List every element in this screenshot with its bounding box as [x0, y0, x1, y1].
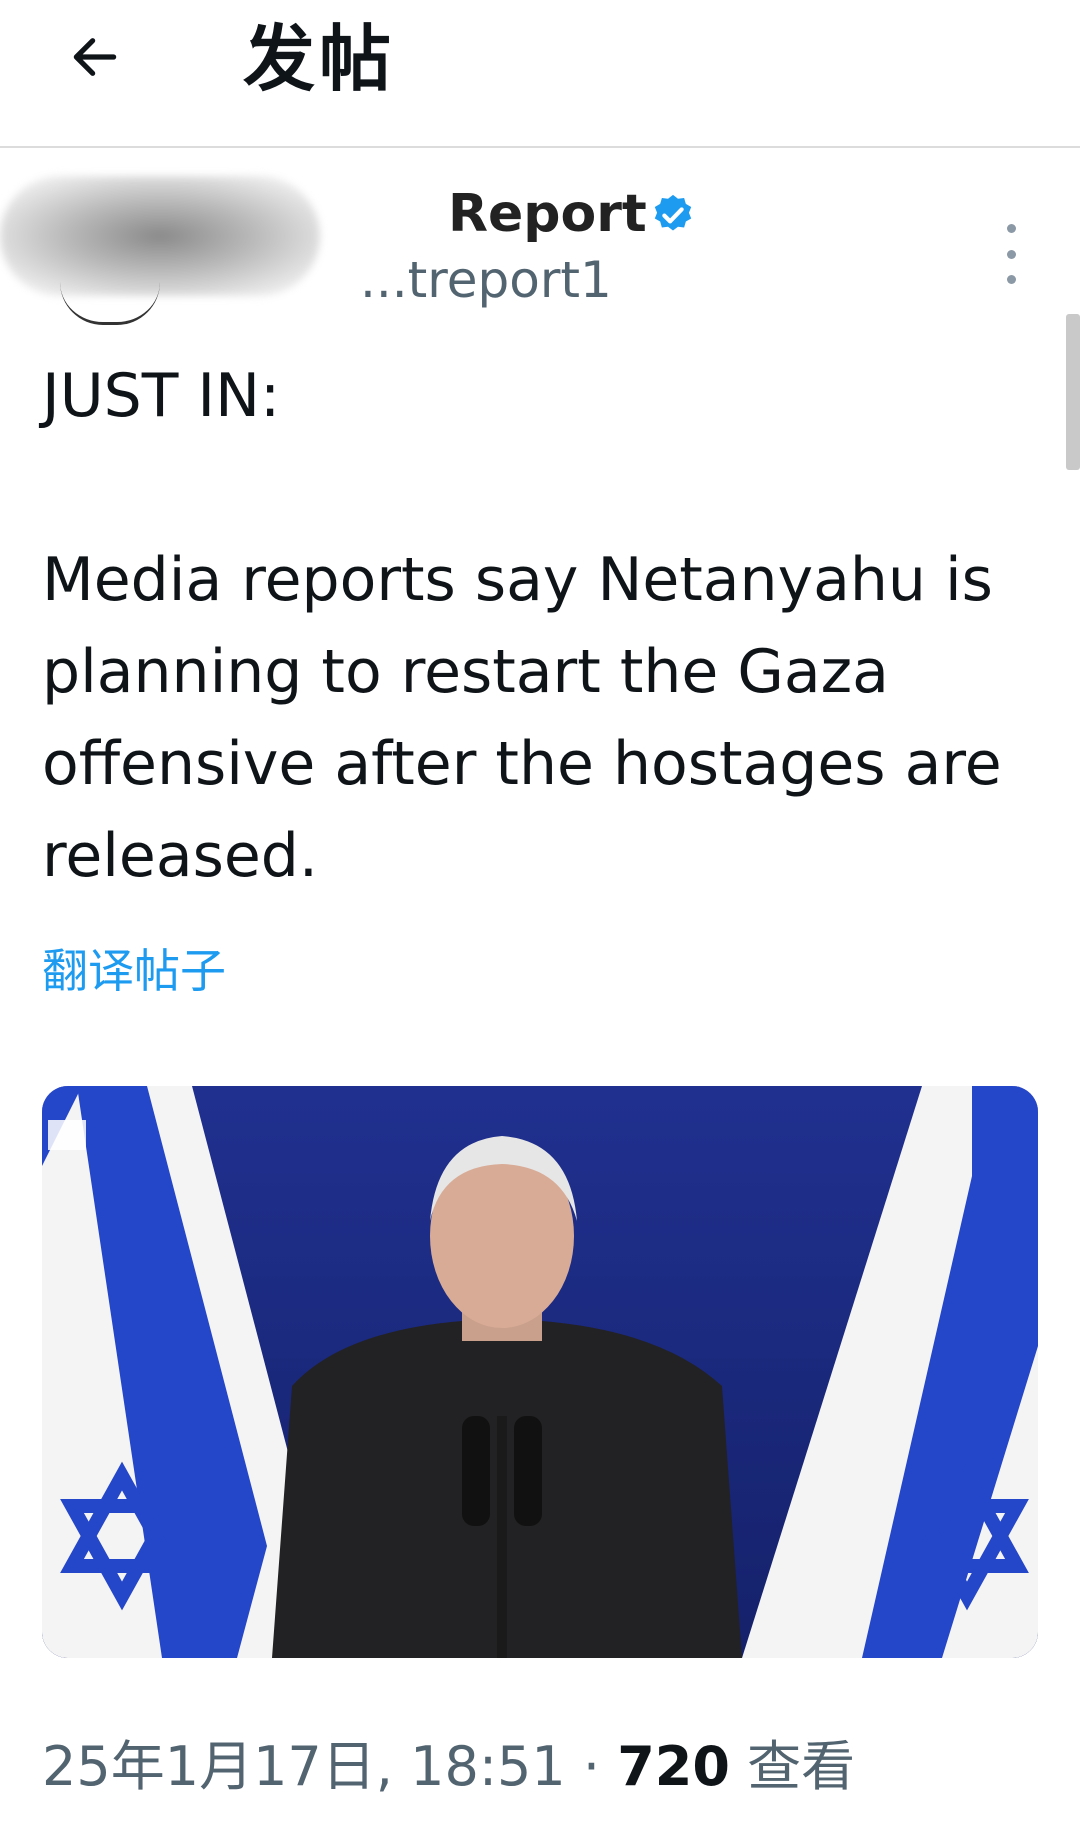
separator: ·: [565, 1735, 618, 1798]
translate-post-link[interactable]: 翻译帖子: [42, 935, 226, 1001]
author-row: Report ...treport1: [0, 170, 1080, 325]
press-conference-photo: [42, 1086, 1038, 1658]
views-label: 查看: [729, 1735, 856, 1798]
verified-badge-icon: [654, 194, 692, 231]
more-options-button[interactable]: [996, 224, 1026, 284]
avatar[interactable]: [0, 176, 320, 296]
author-display-name[interactable]: Report: [448, 182, 647, 246]
scrollbar[interactable]: [1066, 314, 1080, 470]
back-button[interactable]: [60, 22, 130, 92]
top-bar: 发帖: [0, 0, 1080, 148]
view-count: 720: [617, 1735, 730, 1798]
author-handle[interactable]: ...treport1: [360, 250, 612, 310]
tweet-text: JUST IN: Media reports say Netanyahu is …: [42, 361, 1002, 891]
arrow-left-icon: [73, 38, 117, 76]
more-vertical-icon: [1006, 224, 1016, 233]
avatar-outline: [60, 282, 160, 325]
timestamp[interactable]: 25年1月17日, 18:51: [42, 1735, 566, 1798]
tweet-meta: 25年1月17日, 18:51 · 720 查看: [42, 1732, 855, 1802]
tweet-media-image[interactable]: [42, 1086, 1038, 1658]
page-title: 发帖: [243, 17, 396, 101]
